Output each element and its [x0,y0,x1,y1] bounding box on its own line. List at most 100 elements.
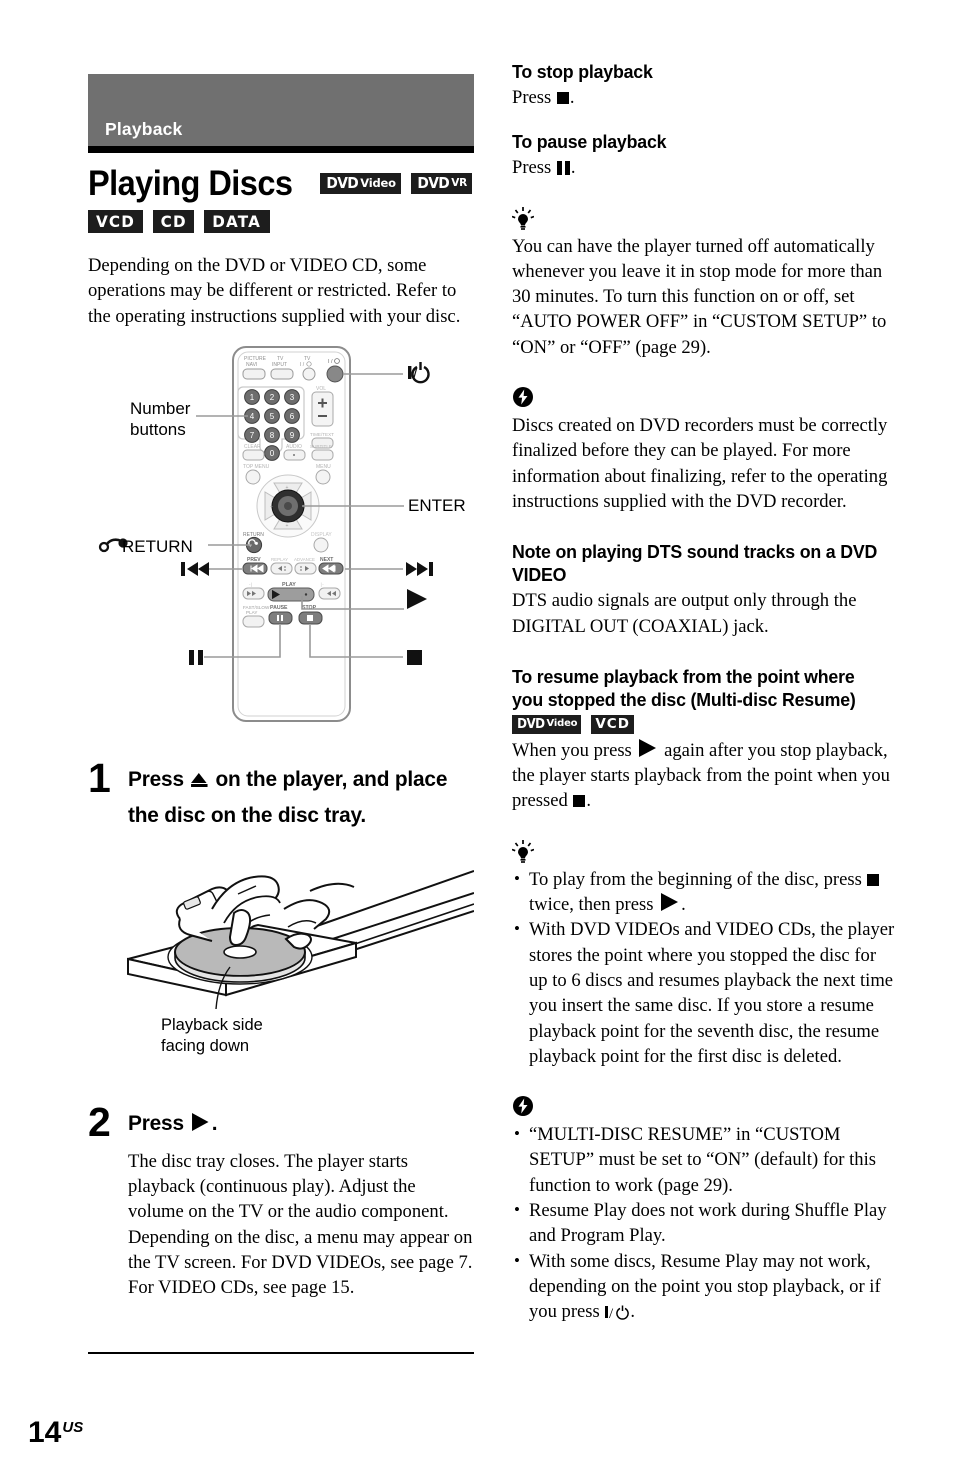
intro-paragraph: Depending on the DVD or VIDEO CD, some o… [88,255,461,327]
svg-text:3: 3 [290,393,295,402]
svg-text:∣-: ∣- [320,582,324,587]
stop-icon [573,795,586,808]
page-title-row: Playing Discs DVD Video DVD VR [88,166,474,201]
badge-label: VCD [96,211,135,231]
remote-control-figure: PICTURE NAVI TV INPUT TV I / I / 1 2 3 4… [88,343,474,725]
heading-dts-note: Note on playing DTS sound tracks on a DV… [512,541,878,586]
callout-line-1: Number [130,398,191,418]
stop-glyph [407,649,422,665]
step-1-number: 1 [88,754,111,801]
disc-tray-figure: Playback side facing down [88,847,474,1069]
bolt-note-icon [512,386,896,412]
svg-text:STOP: STOP [302,605,317,611]
svg-text:8: 8 [270,431,275,440]
manual-page: Playback Playing Discs DVD Video DVD VR VC… [0,0,954,1483]
list-item: To play from the beginning of the disc, … [512,866,896,918]
badge-main-text: DVD [517,716,545,732]
svg-text:PREV: PREV [247,557,261,563]
svg-text:TV: TV [304,356,311,362]
badge-label: DATA [212,211,262,231]
lightbulb-icon [512,839,896,866]
step-2-description: The disc tray closes. The player starts … [128,1150,473,1299]
svg-text:-∣: -∣ [249,582,253,587]
step-1-body: Press on the player, and place the disc … [128,759,474,833]
list-item: With DVD VIDEOs and VIDEO CDs, the playe… [512,916,896,1069]
badge-cd: CD [153,210,195,233]
svg-text:+: + [286,523,289,529]
tray-caption-line-2: facing down [161,1036,250,1055]
svg-text:DISPLAY: DISPLAY [311,532,332,538]
pause-text-before: Press [512,157,552,179]
tray-caption: Playback side facing down [161,1015,263,1057]
section-header-label: Playback [105,119,183,139]
svg-text:PLAY: PLAY [246,610,257,615]
step-2: 2 Press . The disc tray closes. The play… [88,1098,474,1301]
right-column: To stop playback Press . To pause playba… [512,60,896,1328]
svg-text:TOP MENU: TOP MENU [243,464,270,470]
svg-text:7: 7 [250,431,255,440]
play-glyph [407,588,427,609]
heading-multi-disc-resume: To resume playback from the point where … [512,665,856,710]
svg-text:AUDIO: AUDIO [286,444,302,450]
callout-number-buttons: Number buttons [130,398,190,440]
step-2-body: Press . The disc tray closes. The player… [128,1103,474,1301]
step-1-title: Press on the player, and place the disc … [128,761,464,833]
section-header-underline [88,146,474,153]
section-header-bar: Playback [88,74,474,146]
pause-text-after: . [570,157,576,179]
badge-vcd: VCD [88,210,144,233]
badge-data: DATA [204,210,270,233]
note-item-text: With some discs, Resume Play may not wor… [529,1250,881,1323]
badge-dvd-vr: DVD VR [410,173,473,194]
stop-text-before: Press [512,87,552,108]
svg-text:2: 2 [270,393,275,402]
pause-glyph [189,649,203,665]
page-title: Playing Discs [88,164,293,203]
power-icon: / [605,1302,630,1327]
tip-auto-power-off: You can have the player turned off autom… [512,235,887,358]
stop-text-after: . [569,87,575,108]
svg-text:NAVI: NAVI [246,362,257,368]
callout-return: RETURN [122,536,193,556]
page-number: 14 [28,1416,62,1449]
svg-text:SUBTITLE: SUBTITLE [310,444,332,449]
stop-icon [867,873,880,886]
svg-text:0: 0 [270,449,275,458]
svg-text:1: 1 [250,393,255,402]
list-item: With some discs, Resume Play may not wor… [512,1248,896,1328]
svg-text:REPLAY: REPLAY [271,557,288,562]
stop-playback-text: Press . [512,85,896,110]
resume-badges-row: DVD Video VCD [512,714,896,734]
title-badges-row-2: VCD CD DATA [88,210,474,233]
heading-stop-playback: To stop playback [512,61,653,82]
step-1-title-before: Press [128,766,184,791]
svg-text:+: + [286,485,289,491]
badge-sub-text: Video [360,175,396,190]
step-2-number: 2 [88,1098,111,1145]
resume-text-a: When you press [512,739,632,761]
badge-main-text: DVD [417,174,449,192]
lightbulb-icon [512,206,896,233]
pause-playback-text: Press . [512,155,896,180]
list-item: “MULTI-DISC RESUME” in “CUSTOM SETUP” mu… [512,1121,896,1198]
dts-note-text: DTS audio signals are output only throug… [512,590,857,637]
svg-text:VOL: VOL [316,386,326,392]
callout-line-2: buttons [130,419,186,439]
svg-text:NEXT: NEXT [320,557,333,563]
svg-text:+: + [270,504,273,510]
note-dvd-recorder-finalize: Discs created on DVD recorders must be c… [512,415,888,512]
step-1: 1 Press on the player, and place the dis… [88,754,474,833]
play-icon [639,738,657,757]
eject-icon [191,772,208,787]
resume-text-c: . [586,790,592,812]
prev-track-glyph [181,561,209,576]
svg-text:I /: I / [328,359,333,365]
bolt-note-icon [512,1095,896,1121]
badge-vcd: VCD [591,714,634,734]
next-track-glyph [406,561,433,576]
svg-text:INPUT: INPUT [272,362,287,368]
